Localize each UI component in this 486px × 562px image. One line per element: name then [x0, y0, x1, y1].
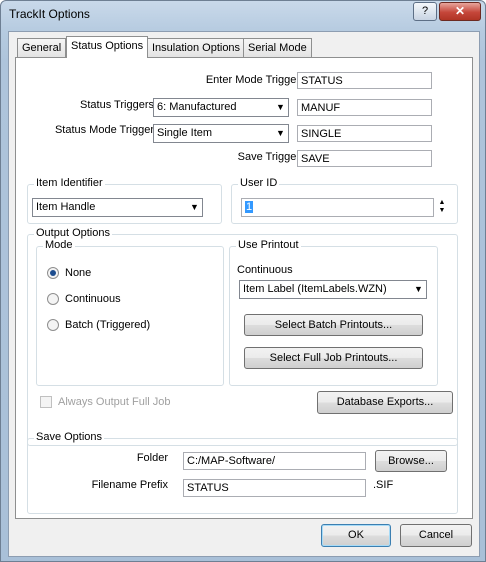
chevron-down-icon[interactable]: ▼ — [273, 99, 288, 116]
user-id-title: User ID — [238, 177, 280, 189]
status-mode-selected: Single Item — [157, 127, 213, 139]
item-identifier-select[interactable]: Item Handle ▼ — [32, 198, 203, 217]
status-mode-trigger-input[interactable]: SINGLE — [297, 125, 432, 142]
use-printout-title: Use Printout — [236, 239, 301, 251]
output-options-title: Output Options — [34, 227, 112, 239]
user-id-group: User ID 1 ▲ ▼ — [231, 177, 458, 224]
mode-title: Mode — [43, 239, 75, 251]
title-bar: TrackIt Options ? ✕ — [1, 1, 485, 29]
filename-prefix-label: Filename Prefix — [91, 479, 168, 491]
save-trigger-label: Save Trigger — [237, 151, 300, 163]
status-mode-trigger-label: Status Mode Trigger — [54, 124, 154, 136]
select-full-job-printouts-button[interactable]: Select Full Job Printouts... — [244, 347, 423, 369]
tab-general[interactable]: General — [17, 38, 67, 57]
item-identifier-title: Item Identifier — [34, 177, 105, 189]
use-printout-group: Use Printout Continuous Item Label (Item… — [229, 239, 438, 386]
continuous-printout-label: Continuous — [237, 264, 293, 276]
folder-input[interactable]: C:/MAP-Software/ — [183, 452, 366, 470]
item-identifier-selected: Item Handle — [36, 201, 96, 213]
save-options-title: Save Options — [34, 431, 105, 443]
window-title: TrackIt Options — [9, 7, 90, 21]
cancel-button[interactable]: Cancel — [400, 524, 472, 547]
continuous-printout-selected: Item Label (ItemLabels.WZN) — [243, 283, 387, 295]
browse-button[interactable]: Browse... — [375, 450, 447, 472]
save-trigger-input[interactable]: SAVE — [297, 150, 432, 167]
status-triggers-label: Status Triggers — [80, 99, 154, 111]
always-output-full-job-label: Always Output Full Job — [58, 396, 171, 408]
close-icon[interactable]: ✕ — [439, 2, 481, 21]
status-triggers-select[interactable]: 6: Manufactured ▼ — [153, 98, 289, 117]
status-triggers-selected: 6: Manufactured — [157, 101, 237, 113]
status-options-panel: Enter Mode Trigger STATUS Status Trigger… — [15, 57, 473, 519]
enter-mode-trigger-input[interactable]: STATUS — [297, 72, 432, 89]
mode-none-label[interactable]: None — [65, 267, 91, 279]
always-output-full-job-checkbox[interactable] — [40, 396, 52, 408]
select-batch-printouts-button[interactable]: Select Batch Printouts... — [244, 314, 423, 336]
ok-button[interactable]: OK — [321, 524, 391, 547]
options-dialog: TrackIt Options ? ✕ General Status Optio… — [0, 0, 486, 562]
folder-label: Folder — [136, 452, 168, 464]
chevron-down-icon[interactable]: ▼ — [273, 125, 288, 142]
mode-group: Mode None Continuous Batch (Triggered) — [36, 239, 224, 386]
chevron-down-icon[interactable]: ▼ — [411, 281, 426, 298]
mode-none-radio[interactable] — [47, 267, 59, 279]
chevron-down-icon[interactable]: ▼ — [187, 199, 202, 216]
file-extension-label: .SIF — [373, 479, 394, 491]
help-icon[interactable]: ? — [413, 2, 437, 21]
output-options-group: Output Options Mode None Continuous Batc… — [27, 227, 458, 446]
save-options-group: Save Options Folder C:/MAP-Software/ Bro… — [27, 431, 458, 514]
mode-batch-label[interactable]: Batch (Triggered) — [65, 319, 150, 331]
filename-prefix-input[interactable]: STATUS — [183, 479, 366, 497]
user-id-input[interactable]: 1 — [241, 198, 434, 217]
mode-continuous-label[interactable]: Continuous — [65, 293, 121, 305]
spin-arrows-icon[interactable]: ▲ ▼ — [435, 199, 449, 216]
dialog-body: General Status Options Insulation Option… — [8, 31, 480, 557]
mode-batch-radio[interactable] — [47, 319, 59, 331]
status-triggers-input[interactable]: MANUF — [297, 99, 432, 116]
mode-continuous-radio[interactable] — [47, 293, 59, 305]
tab-status-options[interactable]: Status Options — [66, 36, 149, 58]
status-mode-select[interactable]: Single Item ▼ — [153, 124, 289, 143]
tab-serial-mode[interactable]: Serial Mode — [243, 38, 312, 57]
enter-mode-trigger-label: Enter Mode Trigger — [205, 74, 300, 86]
continuous-printout-select[interactable]: Item Label (ItemLabels.WZN) ▼ — [239, 280, 427, 299]
item-identifier-group: Item Identifier Item Handle ▼ — [27, 177, 222, 224]
database-exports-button[interactable]: Database Exports... — [317, 391, 453, 414]
tab-insulation-options[interactable]: Insulation Options — [147, 38, 246, 57]
user-id-value: 1 — [245, 201, 254, 213]
